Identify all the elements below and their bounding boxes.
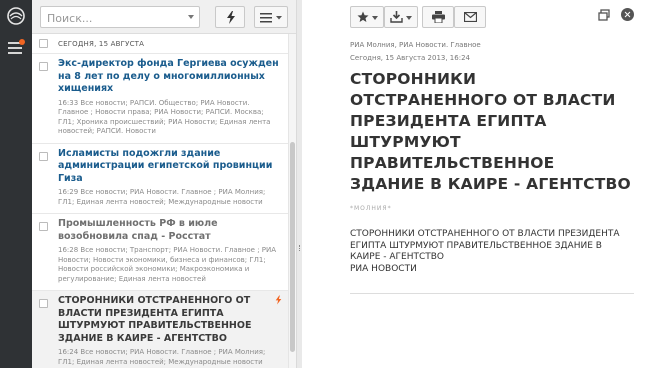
article-source-line: РИА НОВОСТИ — [350, 263, 417, 274]
article: РИА Молния, РИА Новости. Главное Сегодня… — [350, 40, 634, 294]
article-title: СТОРОННИКИ ОТСТРАНЕННОГО ОТ ВЛАСТИ ПРЕЗИ… — [350, 70, 631, 193]
export-button[interactable] — [384, 6, 418, 28]
export-icon — [390, 11, 403, 23]
news-item[interactable]: Исламисты подожгли здание администрации … — [32, 144, 288, 214]
news-item-meta: 16:33 Все новости; РАПСИ. Общество; РИА … — [58, 98, 271, 136]
news-item[interactable]: Промышленность РФ в июле возобновила спа… — [32, 214, 288, 291]
flash-filter-button[interactable] — [215, 6, 245, 28]
chevron-down-icon — [372, 16, 378, 20]
mail-icon — [464, 12, 477, 22]
article-body-text: СТОРОННИКИ ОТСТРАНЕННОГО ОТ ВЛАСТИ ПРЕЗИ… — [350, 229, 620, 262]
article-divider — [350, 293, 634, 294]
scrollbar-thumb[interactable] — [290, 142, 295, 352]
search-dropdown-chevron-icon[interactable] — [188, 15, 194, 19]
date-group-label: Сегодня, 15 августа — [58, 40, 145, 48]
ria-logo-icon[interactable] — [7, 7, 25, 25]
news-item-title[interactable]: СТОРОННИКИ ОТСТРАНЕННОГО ОТ ВЛАСТИ ПРЕЗИ… — [58, 295, 282, 345]
item-checkbox[interactable] — [39, 222, 48, 231]
app-rail — [0, 0, 32, 368]
print-button[interactable] — [422, 6, 454, 28]
news-list-pane: Сегодня, 15 августа Экс-директор фонда Г… — [32, 0, 296, 368]
news-item-meta: 16:28 Все новости; Транспорт; РИА Новост… — [58, 246, 277, 283]
item-checkbox[interactable] — [39, 151, 48, 161]
window-icon[interactable] — [598, 9, 610, 21]
news-item-title[interactable]: Промышленность РФ в июле возобновила спа… — [58, 218, 282, 243]
news-item-title[interactable]: Исламисты подожгли здание администрации … — [58, 148, 282, 186]
list-scrollbar[interactable] — [288, 34, 296, 368]
star-icon — [357, 11, 369, 22]
search-box[interactable] — [40, 6, 200, 29]
favorite-button[interactable] — [350, 6, 384, 28]
print-icon — [432, 11, 445, 23]
article-body: СТОРОННИКИ ОТСТРАНЕННОГО ОТ ВЛАСТИ ПРЕЗИ… — [350, 229, 634, 275]
view-mode-button[interactable] — [254, 6, 288, 28]
news-item-meta: 16:24 Все новости; РИА Новости. Главное … — [58, 348, 266, 366]
news-item[interactable]: Экс-директор фонда Гергиева осужден на 8… — [32, 54, 288, 144]
chevron-down-icon — [406, 16, 412, 20]
notification-dot — [19, 39, 25, 45]
flash-icon — [275, 295, 282, 305]
article-tag: *МОЛНИЯ* — [350, 205, 392, 212]
article-reader-pane: РИА Молния, РИА Новости. Главное Сегодня… — [302, 0, 650, 368]
flash-icon — [227, 11, 235, 24]
news-item-meta: 16:29 Все новости; РИА Новости. Главное … — [58, 188, 266, 206]
article-source: РИА Молния, РИА Новости. Главное — [350, 41, 481, 49]
news-item-selected[interactable]: СТОРОННИКИ ОТСТРАНЕННОГО ОТ ВЛАСТИ ПРЕЗИ… — [32, 291, 288, 368]
item-checkbox[interactable] — [39, 299, 48, 308]
email-button[interactable] — [454, 6, 486, 28]
search-input[interactable] — [41, 8, 181, 29]
item-checkbox[interactable] — [39, 62, 48, 71]
article-date: Сегодня, 15 Августа 2013, 16:24 — [350, 54, 470, 62]
menu-icon[interactable] — [8, 39, 25, 54]
news-list: Сегодня, 15 августа Экс-директор фонда Г… — [32, 34, 288, 368]
date-group-header: Сегодня, 15 августа — [32, 34, 288, 54]
list-view-icon — [260, 13, 282, 23]
list-toolbar — [32, 0, 296, 34]
close-icon[interactable] — [621, 8, 634, 21]
news-item-title[interactable]: Экс-директор фонда Гергиева осужден на 8… — [58, 58, 282, 96]
splitter-grip[interactable] — [299, 245, 300, 251]
select-all-checkbox[interactable] — [39, 39, 48, 48]
